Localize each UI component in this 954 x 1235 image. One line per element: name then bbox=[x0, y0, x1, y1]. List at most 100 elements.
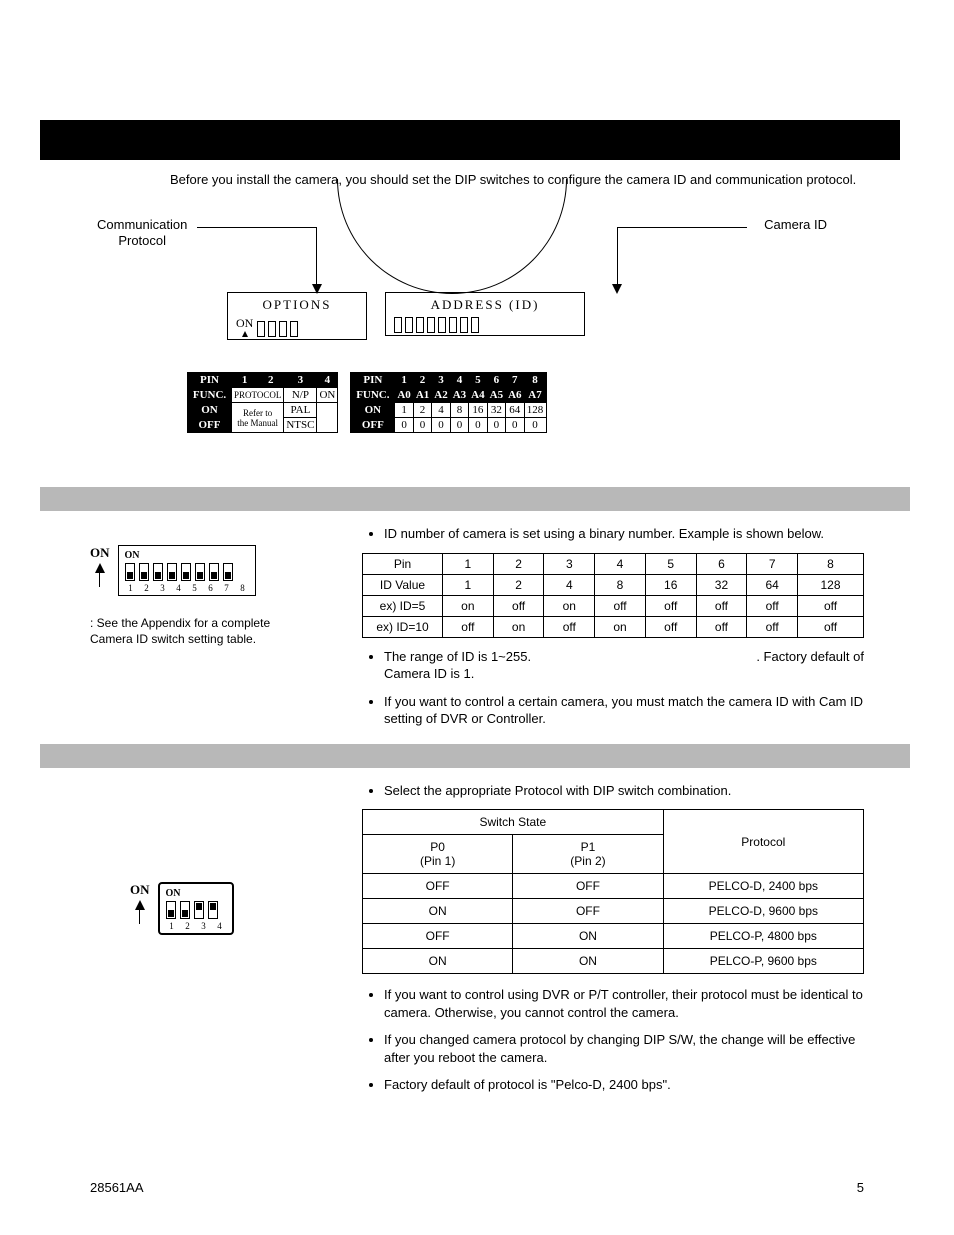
cell: 128 bbox=[524, 403, 546, 418]
label-camera-id: Camera ID bbox=[764, 217, 827, 232]
dip-switch bbox=[153, 563, 163, 581]
cell: 1 bbox=[395, 403, 413, 418]
cell: 4 bbox=[450, 373, 468, 388]
td: off bbox=[544, 616, 595, 637]
td: off bbox=[645, 616, 696, 637]
th: 1 bbox=[443, 553, 494, 574]
address-dip-block: ADDRESS (ID) bbox=[385, 292, 585, 336]
cell: A7 bbox=[524, 388, 546, 403]
cell: 32 bbox=[487, 403, 505, 418]
options-title: OPTIONS bbox=[236, 297, 358, 313]
td: on bbox=[595, 616, 646, 637]
cell: OFF bbox=[351, 418, 395, 433]
dip-switch bbox=[181, 563, 191, 581]
arrow-down-icon bbox=[612, 284, 622, 294]
td: on bbox=[493, 616, 544, 637]
cell: 4 bbox=[317, 373, 338, 388]
th: 4 bbox=[595, 553, 646, 574]
cell: PAL bbox=[284, 403, 317, 418]
td: off bbox=[595, 595, 646, 616]
cell: FUNC. bbox=[188, 388, 232, 403]
cell: 0 bbox=[487, 418, 505, 433]
cell: 7 bbox=[506, 373, 524, 388]
cell: 2 bbox=[413, 403, 431, 418]
cell: 16 bbox=[469, 403, 487, 418]
cell: 8 bbox=[450, 403, 468, 418]
bullet: ID number of camera is set using a binar… bbox=[384, 525, 864, 543]
cell: Refer to the Manual bbox=[232, 403, 284, 433]
dip-switch bbox=[449, 317, 457, 333]
td: off bbox=[443, 616, 494, 637]
bullet-text-a: The range of ID is 1~255. bbox=[384, 648, 531, 666]
dip-switch bbox=[290, 321, 298, 337]
td: ex) ID=5 bbox=[363, 595, 443, 616]
num: 1 bbox=[166, 921, 178, 931]
dip-switch bbox=[268, 321, 276, 337]
cell: A0 bbox=[395, 388, 413, 403]
address-ref-table: PIN 1 2 3 4 5 6 7 8 FUNC. A0 A1 A2 A3 A4 bbox=[350, 372, 546, 433]
cell: OFF bbox=[188, 418, 232, 433]
dip-switch bbox=[180, 901, 190, 919]
td: off bbox=[645, 595, 696, 616]
dip-switch bbox=[394, 317, 402, 333]
td: OFF bbox=[363, 924, 513, 949]
txt: (Pin 1) bbox=[420, 854, 455, 868]
dip-switch bbox=[209, 563, 219, 581]
dip-switch bbox=[167, 563, 177, 581]
on-label: ON bbox=[130, 882, 150, 898]
td: ON bbox=[513, 949, 663, 974]
td: 16 bbox=[645, 574, 696, 595]
protocol-table: Switch State Protocol P0 (Pin 1) P1 (Pin… bbox=[362, 809, 864, 974]
txt: P0 bbox=[430, 840, 445, 854]
th: 5 bbox=[645, 553, 696, 574]
table-row: ID Value 1 2 4 8 16 32 64 128 bbox=[363, 574, 864, 595]
td: 64 bbox=[747, 574, 798, 595]
appendix-note: : See the Appendix for a complete Camera… bbox=[90, 616, 350, 647]
cell bbox=[317, 403, 338, 433]
bullet: If you want to control a certain camera,… bbox=[384, 693, 864, 728]
td: PELCO-P, 4800 bps bbox=[663, 924, 863, 949]
options-dip-block: OPTIONS ON bbox=[227, 292, 367, 340]
dip-switch bbox=[279, 321, 287, 337]
footer-page-number: 5 bbox=[857, 1180, 864, 1195]
dip-switch bbox=[208, 901, 218, 919]
cell: 0 bbox=[524, 418, 546, 433]
td: 2 bbox=[493, 574, 544, 595]
dip-switch bbox=[195, 563, 205, 581]
cell: ON bbox=[351, 403, 395, 418]
camera-id-table: Pin 1 2 3 4 5 6 7 8 ID Value 1 2 4 8 16 bbox=[362, 553, 864, 638]
td: ON bbox=[513, 924, 663, 949]
dip-switch bbox=[405, 317, 413, 333]
cell: NTSC bbox=[284, 418, 317, 433]
td: PELCO-D, 9600 bps bbox=[663, 899, 863, 924]
cell: A5 bbox=[487, 388, 505, 403]
cell: ON bbox=[317, 388, 338, 403]
th: P0 (Pin 1) bbox=[363, 835, 513, 874]
section-bar-camera-id bbox=[40, 487, 910, 511]
cell: FUNC. bbox=[351, 388, 395, 403]
cell: 0 bbox=[469, 418, 487, 433]
bullet: Select the appropriate Protocol with DIP… bbox=[384, 782, 864, 800]
td: PELCO-D, 2400 bps bbox=[663, 874, 863, 899]
num: 7 bbox=[221, 583, 233, 593]
bullet-text: ID number of camera is set using a binar… bbox=[384, 526, 824, 541]
num: 8 bbox=[237, 583, 249, 593]
cell: 0 bbox=[395, 418, 413, 433]
on-label: ON bbox=[90, 545, 110, 561]
td: ID Value bbox=[363, 574, 443, 595]
appendix-line1: : See the Appendix for a complete bbox=[90, 616, 270, 630]
cell: ON bbox=[188, 403, 232, 418]
dip-switch bbox=[125, 563, 135, 581]
td: off bbox=[747, 595, 798, 616]
num: 4 bbox=[173, 583, 185, 593]
td: on bbox=[544, 595, 595, 616]
bullet: If you want to control using DVR or P/T … bbox=[384, 986, 864, 1021]
dip-switch bbox=[194, 901, 204, 919]
td: 128 bbox=[798, 574, 864, 595]
cell: 0 bbox=[450, 418, 468, 433]
table-row: ON OFF PELCO-D, 9600 bps bbox=[363, 899, 864, 924]
label-communication-protocol: Communication Protocol bbox=[97, 217, 187, 248]
cell: A1 bbox=[413, 388, 431, 403]
cell: 5 bbox=[469, 373, 487, 388]
num: 1 bbox=[125, 583, 137, 593]
